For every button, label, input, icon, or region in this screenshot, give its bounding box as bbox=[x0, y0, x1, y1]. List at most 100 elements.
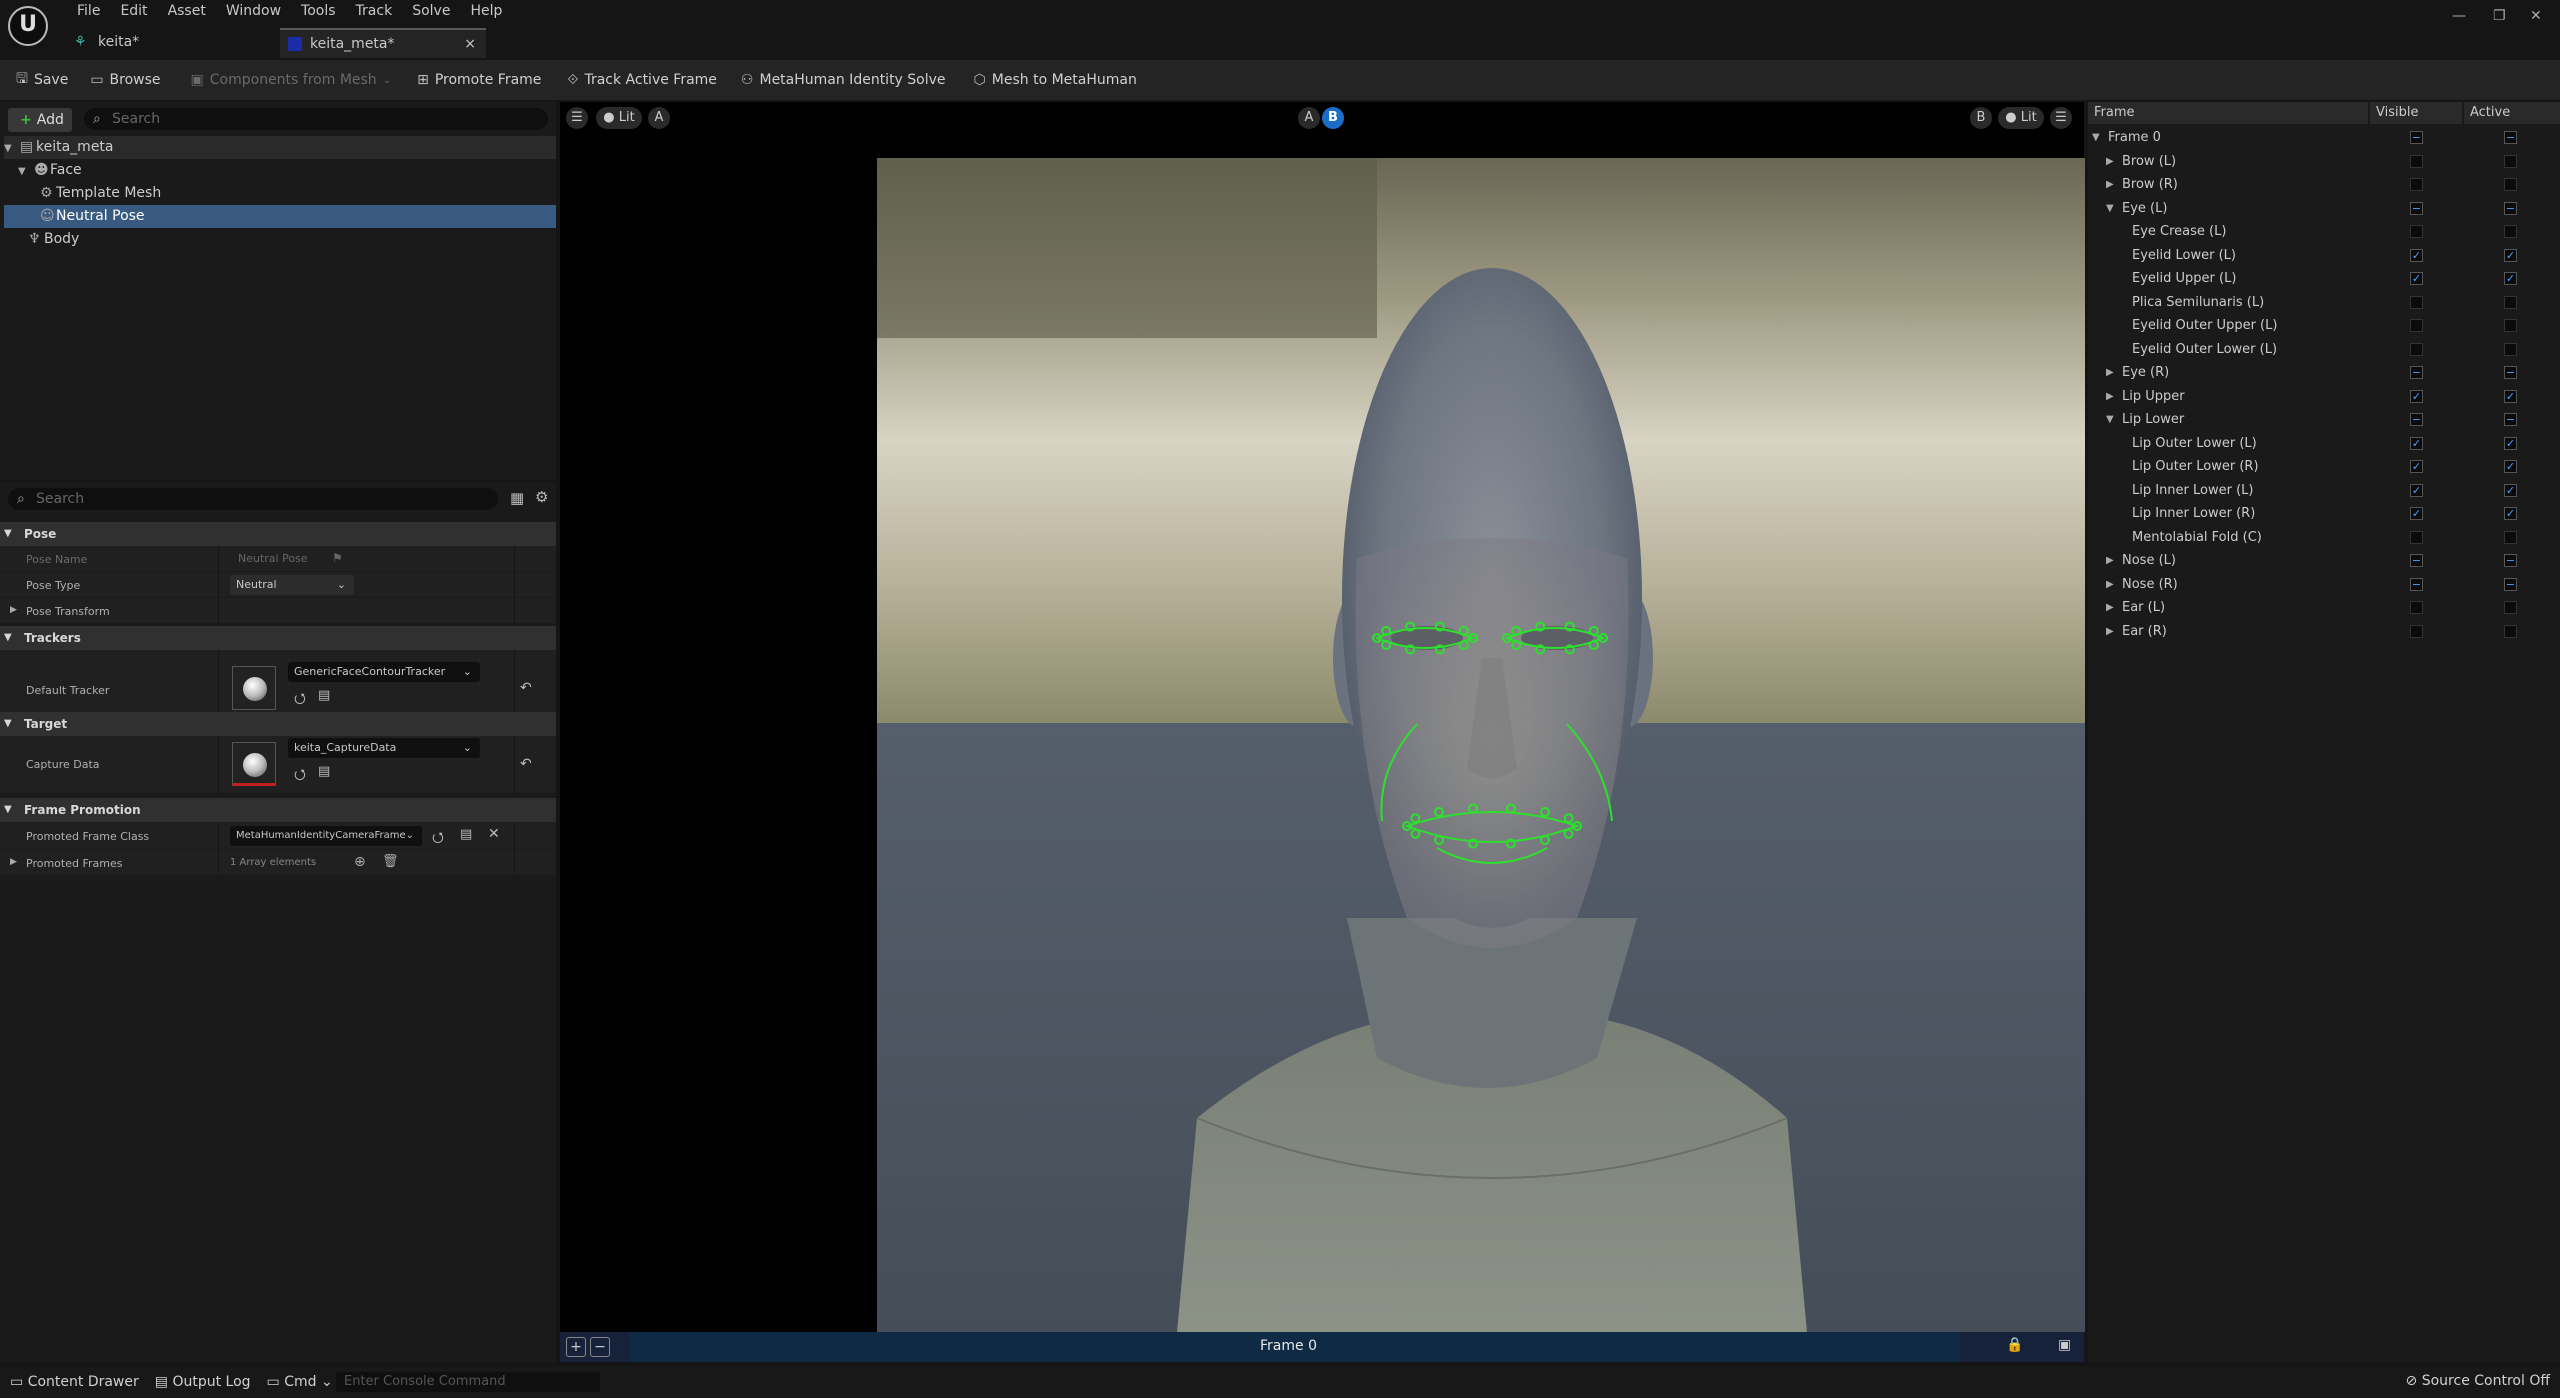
active-checkbox[interactable]: ✓ bbox=[2504, 507, 2517, 520]
visible-checkbox[interactable]: ✓ bbox=[2410, 483, 2423, 497]
tree-item-template-mesh[interactable]: ⚙ Template Mesh bbox=[4, 182, 556, 205]
lit-mode-button-right[interactable]: ● Lit bbox=[1998, 107, 2044, 129]
active-checkbox[interactable]: ✓ bbox=[2504, 389, 2517, 403]
tree-item-body[interactable]: ♆ Body bbox=[4, 228, 556, 251]
visible-checkbox[interactable] bbox=[2410, 225, 2423, 238]
menu-item-asset[interactable]: Asset bbox=[159, 0, 217, 22]
menu-item-edit[interactable]: Edit bbox=[111, 0, 158, 22]
visible-checkbox[interactable] bbox=[2410, 295, 2423, 309]
visible-checkbox[interactable]: − bbox=[2410, 201, 2423, 215]
camera-icon[interactable]: ▣ bbox=[2058, 1337, 2071, 1353]
default-tracker-dropdown[interactable]: GenericFaceContourTracker ⌄ bbox=[288, 662, 480, 682]
visible-checkbox[interactable] bbox=[2410, 319, 2423, 332]
view-b-button[interactable]: B bbox=[1970, 107, 1992, 129]
expand-arrow-icon[interactable]: ▶ bbox=[2106, 361, 2114, 384]
frame-row-frame-0[interactable]: ▼ Frame 0 − − bbox=[2088, 126, 2560, 149]
restore-icon[interactable]: ❐ bbox=[2493, 8, 2506, 24]
viewport-menu-icon[interactable]: ☰ bbox=[566, 107, 588, 129]
use-selected-icon[interactable]: ⭯ bbox=[432, 827, 444, 851]
category-trackers[interactable]: ▼ Trackers bbox=[0, 626, 556, 650]
menu-item-window[interactable]: Window bbox=[217, 0, 292, 22]
add-frame-icon[interactable]: + bbox=[566, 1337, 586, 1357]
table-view-icon[interactable]: ▦ bbox=[510, 489, 524, 507]
category-target[interactable]: ▼ Target bbox=[0, 712, 556, 736]
lock-icon[interactable]: 🔒 bbox=[2006, 1337, 2023, 1353]
frame-row-mentolabial-fold-c[interactable]: Mentolabial Fold (C) bbox=[2088, 526, 2560, 549]
promote-frame-button[interactable]: ⊞ Promote Frame bbox=[417, 72, 541, 88]
menu-item-tools[interactable]: Tools bbox=[292, 0, 347, 22]
mesh-to-metahuman-button[interactable]: ⬡ Mesh to MetaHuman bbox=[974, 72, 1137, 88]
visible-checkbox[interactable]: ✓ bbox=[2410, 272, 2423, 285]
prop-pose-transform[interactable]: ▶ Pose Transform bbox=[0, 598, 556, 624]
active-checkbox[interactable] bbox=[2504, 319, 2517, 332]
frame-row-eyelid-outer-upper-l[interactable]: Eyelid Outer Upper (L) bbox=[2088, 314, 2560, 337]
frame-row-plica-semilunaris-l[interactable]: Plica Semilunaris (L) bbox=[2088, 291, 2560, 314]
visible-checkbox[interactable] bbox=[2410, 178, 2423, 191]
reset-arrow-icon[interactable]: ↶ bbox=[520, 756, 532, 772]
ab-toggle-b[interactable]: B bbox=[1322, 107, 1344, 129]
active-checkbox[interactable]: − bbox=[2504, 413, 2517, 426]
visible-checkbox[interactable] bbox=[2410, 530, 2423, 544]
active-checkbox[interactable]: − bbox=[2504, 201, 2517, 215]
console-command-input[interactable]: Enter Console Command bbox=[336, 1372, 600, 1392]
frame-row-nose-l[interactable]: ▶ Nose (L) − − bbox=[2088, 549, 2560, 572]
collapse-arrow-icon[interactable]: ▼ bbox=[2106, 197, 2114, 220]
lit-mode-button-left[interactable]: ● Lit bbox=[596, 107, 642, 129]
browse-folder-icon[interactable]: ▤ bbox=[318, 764, 330, 779]
expand-arrow-icon[interactable]: ▶ bbox=[2106, 596, 2114, 619]
frame-row-eyelid-lower-l[interactable]: Eyelid Lower (L) ✓ ✓ bbox=[2088, 244, 2560, 267]
active-checkbox[interactable] bbox=[2504, 624, 2517, 638]
reset-arrow-icon[interactable]: ↶ bbox=[520, 680, 532, 696]
outliner-search-input[interactable]: ⌕ Search bbox=[84, 108, 548, 130]
menu-item-track[interactable]: Track bbox=[347, 0, 404, 22]
visible-checkbox[interactable] bbox=[2410, 342, 2423, 356]
cmd-dropdown[interactable]: ▭ Cmd ⌄ bbox=[267, 1374, 333, 1390]
promoted-frame-class-dropdown[interactable]: MetaHumanIdentityCameraFrame ⌄ bbox=[230, 826, 422, 846]
close-icon[interactable]: × bbox=[464, 30, 476, 58]
active-checkbox[interactable]: − bbox=[2504, 554, 2517, 567]
gear-icon[interactable]: ⚙ bbox=[535, 488, 548, 506]
frame-strip[interactable]: Frame 0 bbox=[630, 1332, 1960, 1362]
visible-checkbox[interactable]: ✓ bbox=[2410, 436, 2423, 450]
face-render[interactable] bbox=[877, 158, 2085, 1332]
collapse-arrow-icon[interactable]: ▼ bbox=[2106, 408, 2114, 431]
ab-toggle-a[interactable]: A bbox=[1298, 107, 1320, 129]
visible-checkbox[interactable]: − bbox=[2410, 366, 2423, 379]
content-drawer-button[interactable]: ▭ Content Drawer bbox=[10, 1374, 139, 1390]
minimize-icon[interactable]: — bbox=[2452, 8, 2466, 24]
visible-checkbox[interactable]: ✓ bbox=[2410, 460, 2423, 473]
expand-arrow-icon[interactable]: ▶ bbox=[2106, 150, 2114, 173]
category-pose[interactable]: ▼ Pose bbox=[0, 522, 556, 546]
prop-promoted-frames[interactable]: ▶ Promoted Frames 1 Array elements ⊕ 🗑 bbox=[0, 850, 556, 876]
column-visible[interactable]: Visible bbox=[2370, 102, 2462, 124]
track-active-frame-button[interactable]: ⟐ Track Active Frame bbox=[567, 72, 717, 88]
visible-checkbox[interactable]: ✓ bbox=[2410, 389, 2423, 403]
pose-type-dropdown[interactable]: Neutral ⌄ bbox=[230, 575, 354, 595]
frame-row-lip-inner-lower-l[interactable]: Lip Inner Lower (L) ✓ ✓ bbox=[2088, 479, 2560, 502]
column-frame[interactable]: Frame bbox=[2088, 102, 2368, 124]
category-frame-promotion[interactable]: ▼ Frame Promotion bbox=[0, 798, 556, 822]
frame-row-eye-l[interactable]: ▼ Eye (L) − − bbox=[2088, 197, 2560, 220]
remove-frame-icon[interactable]: − bbox=[590, 1337, 610, 1357]
frame-row-lip-lower[interactable]: ▼ Lip Lower − − bbox=[2088, 408, 2560, 431]
menu-item-file[interactable]: File bbox=[68, 0, 111, 22]
tab-keita[interactable]: ⚘ keita* bbox=[66, 28, 276, 58]
tree-item-face[interactable]: ▼ ☻Face bbox=[4, 159, 556, 182]
active-checkbox[interactable]: ✓ bbox=[2504, 483, 2517, 497]
save-button[interactable]: 🖫 Save bbox=[16, 68, 68, 92]
frame-row-eyelid-outer-lower-l[interactable]: Eyelid Outer Lower (L) bbox=[2088, 338, 2560, 361]
add-button[interactable]: + Add bbox=[8, 108, 72, 132]
active-checkbox[interactable] bbox=[2504, 295, 2517, 309]
active-checkbox[interactable] bbox=[2504, 225, 2517, 238]
clear-icon[interactable]: ✕ bbox=[488, 826, 500, 842]
collapse-arrow-icon[interactable]: ▼ bbox=[2092, 126, 2100, 149]
source-control-button[interactable]: ⊘ Source Control Off bbox=[2406, 1373, 2550, 1389]
browse-button[interactable]: ▭ Browse bbox=[90, 72, 160, 88]
active-checkbox[interactable] bbox=[2504, 601, 2517, 614]
tracker-thumbnail[interactable] bbox=[232, 666, 276, 710]
menu-item-solve[interactable]: Solve bbox=[403, 0, 461, 22]
visible-checkbox[interactable] bbox=[2410, 154, 2423, 168]
frame-row-lip-outer-lower-r[interactable]: Lip Outer Lower (R) ✓ ✓ bbox=[2088, 455, 2560, 478]
frame-row-eye-r[interactable]: ▶ Eye (R) − − bbox=[2088, 361, 2560, 384]
close-window-icon[interactable]: ✕ bbox=[2530, 8, 2542, 24]
